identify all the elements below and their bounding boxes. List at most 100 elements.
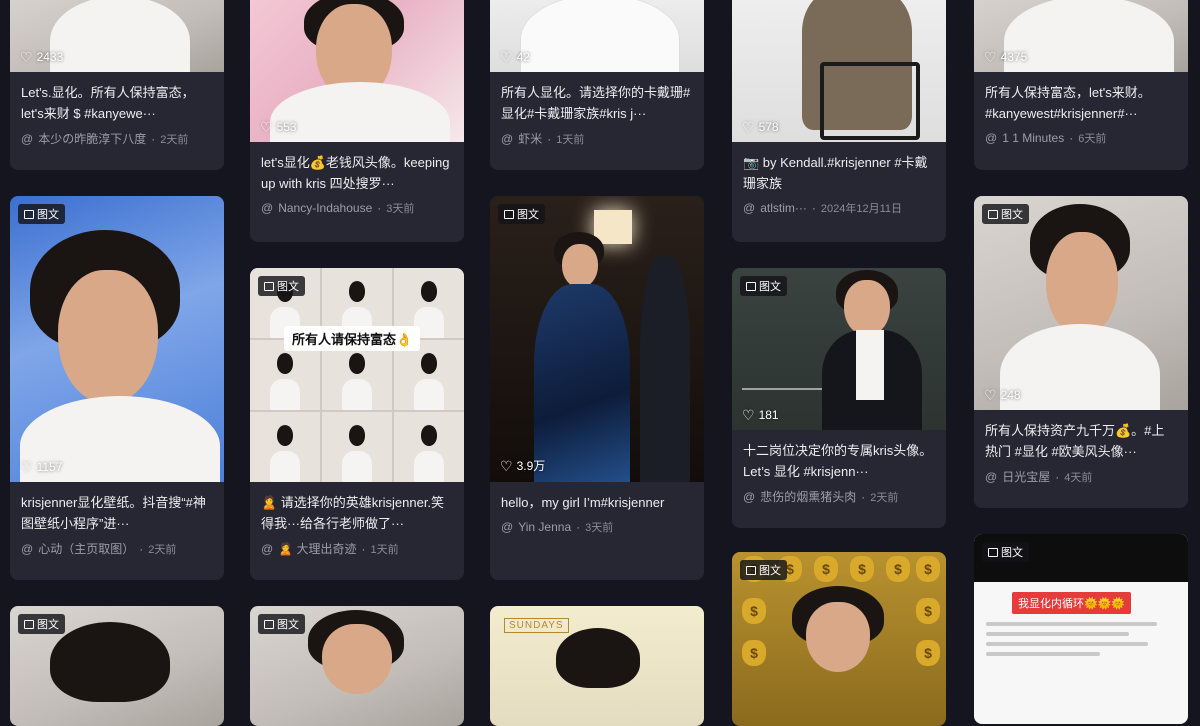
post-card[interactable]: 图文 ♡ 181 十二岗位决定你的专属kris头像。Let’s 显化 #krisj… <box>732 268 946 528</box>
post-cover-image[interactable]: 图文 ♡ 181 <box>732 268 946 430</box>
image-text-icon <box>988 547 998 557</box>
post-card[interactable]: 我显化内循环🌞🌞🌞 图文 <box>974 534 1188 724</box>
post-cover-image[interactable]: 图文 <box>10 606 224 726</box>
dot-separator: · <box>139 541 144 556</box>
like-count[interactable]: ♡ 3.9万 <box>500 457 545 474</box>
like-count[interactable]: ♡ 553 <box>260 120 297 134</box>
post-title[interactable]: 所有人保持富态，let's来财。#kanyewest#krisjenner#··… <box>985 82 1177 124</box>
post-title[interactable]: let's显化💰老钱风头像。keeping up with kris 四处搜罗·… <box>261 152 453 194</box>
post-cover-image[interactable]: ♡ 553 <box>250 0 464 142</box>
post-type-tag: 图文 <box>982 204 1029 224</box>
heart-icon: ♡ <box>984 49 997 65</box>
post-title[interactable]: 所有人保持资产九千万💰。#上热门 #显化 #欧美风头像··· <box>985 420 1177 462</box>
author-icon: @ <box>261 201 274 215</box>
post-time: 2天前 <box>148 543 177 556</box>
post-card[interactable]: SUNDAYS <box>490 606 704 726</box>
author-icon: @ <box>21 541 34 556</box>
post-title[interactable]: 📷 by Kendall.#krisjenner #卡戴珊家族 <box>743 152 935 194</box>
post-time: 4天前 <box>1064 471 1093 484</box>
post-card[interactable]: ♡ 4375 所有人保持富态，let's来财。#kanyewest#krisjen… <box>974 0 1188 170</box>
money-bag-icon: $ <box>886 556 910 582</box>
post-title[interactable]: 十二岗位决定你的专属kris头像。Let’s 显化 #krisjenn··· <box>743 440 935 482</box>
post-title[interactable]: 所有人显化。请选择你的卡戴珊#显化#卡戴珊家族#kris j··· <box>501 82 693 124</box>
cover-caption: 我显化内循环🌞🌞🌞 <box>1012 592 1132 614</box>
author-icon: @ <box>743 201 756 215</box>
post-cover-image[interactable]: 我显化内循环🌞🌞🌞 图文 <box>974 534 1188 724</box>
post-card[interactable]: 所有人请保持富态👌 图文 🙎 请选择你的英雄krisjenner.笑得我···给… <box>250 268 464 580</box>
image-text-icon <box>264 619 274 629</box>
post-meta: @ 本少の昨脆淳下八度 · 2天前 <box>21 130 213 147</box>
post-card[interactable]: 图文 <box>250 606 464 726</box>
heart-icon: ♡ <box>20 49 33 65</box>
post-card[interactable]: ♡ 2433 Let's.显化。所有人保持富态，let's来财 $ #kanyew… <box>10 0 224 170</box>
post-meta: @ Nancy-Indahouse · 3天前 <box>261 200 453 216</box>
money-bag-icon: $ <box>916 598 940 624</box>
post-title[interactable]: hello，my girl I’m#krisjenner <box>501 492 693 513</box>
image-text-icon <box>264 281 274 291</box>
post-cover-image[interactable]: 图文 ♡ 3.9万 <box>490 196 704 482</box>
like-count[interactable]: ♡ 2433 <box>20 50 63 64</box>
post-time: 6天前 <box>1078 133 1107 145</box>
author-icon: @ <box>501 131 514 146</box>
money-bag-icon: $ <box>916 640 940 666</box>
dot-separator: · <box>576 520 581 534</box>
post-card[interactable]: ♡ 42 所有人显化。请选择你的卡戴珊#显化#卡戴珊家族#kris j··· @ … <box>490 0 704 170</box>
post-card[interactable]: 图文 <box>10 606 224 726</box>
author-name[interactable]: 悲伤的烟熏猪头肉 <box>760 488 856 505</box>
author-name[interactable]: 虾米 <box>518 130 542 147</box>
post-card[interactable]: $ $ $ $ $ $ $ $ $ $ 图文 <box>732 552 946 726</box>
like-count[interactable]: ♡ 42 <box>500 50 530 64</box>
post-title[interactable]: 🙎 请选择你的英雄krisjenner.笑得我···给各行老师做了··· <box>261 492 453 534</box>
post-cover-image[interactable]: $ $ $ $ $ $ $ $ $ $ 图文 <box>732 552 946 726</box>
like-count[interactable]: ♡ 1157 <box>20 460 62 474</box>
author-name[interactable]: Yin Jenna <box>518 520 571 534</box>
cover-banner-text: SUNDAYS <box>504 618 569 633</box>
money-bag-icon: $ <box>916 556 940 582</box>
money-bag-icon: $ <box>742 640 766 666</box>
dot-separator: · <box>151 131 156 146</box>
dot-separator: · <box>377 201 382 215</box>
cover-caption: 所有人请保持富态👌 <box>284 326 421 351</box>
post-card[interactable]: ♡ 578 📷 by Kendall.#krisjenner #卡戴珊家族 @ a… <box>732 0 946 242</box>
post-cover-image[interactable]: 图文 ♡ 1157 <box>10 196 224 482</box>
post-card[interactable]: 图文 ♡ 248 所有人保持资产九千万💰。#上热门 #显化 #欧美风头像··· @… <box>974 196 1188 508</box>
post-cover-image[interactable]: 图文 ♡ 248 <box>974 196 1188 410</box>
heart-icon: ♡ <box>742 407 755 423</box>
image-text-icon <box>988 209 998 219</box>
post-cover-image[interactable]: SUNDAYS <box>490 606 704 726</box>
post-title[interactable]: krisjenner显化壁纸。抖音搜“#神图壁纸小程序”进··· <box>21 492 213 534</box>
money-bag-icon: $ <box>742 598 766 624</box>
post-card[interactable]: 图文 ♡ 3.9万 hello，my girl I’m#krisjenner @ … <box>490 196 704 580</box>
heart-icon: ♡ <box>742 119 755 135</box>
post-meta: @ Yin Jenna · 3天前 <box>501 519 693 535</box>
post-cover-image[interactable]: 所有人请保持富态👌 图文 <box>250 268 464 482</box>
post-cover-image[interactable]: 图文 <box>250 606 464 726</box>
like-count[interactable]: ♡ 4375 <box>984 50 1027 64</box>
image-text-icon <box>746 565 756 575</box>
author-name[interactable]: 本少の昨脆淳下八度 <box>38 130 146 147</box>
post-card[interactable]: 图文 ♡ 1157 krisjenner显化壁纸。抖音搜“#神图壁纸小程序”进··… <box>10 196 224 580</box>
feed-column-1: ♡ 2433 Let's.显化。所有人保持富态，let's来财 $ #kanyew… <box>10 0 224 726</box>
post-time: 2天前 <box>870 491 899 504</box>
post-type-tag: 图文 <box>18 204 65 224</box>
author-name[interactable]: 1 1 Minutes <box>1002 131 1064 145</box>
feed-column-5: ♡ 4375 所有人保持富态，let's来财。#kanyewest#krisjen… <box>974 0 1188 724</box>
heart-icon: ♡ <box>20 459 33 475</box>
author-name[interactable]: atlstim··· <box>760 201 807 215</box>
post-title[interactable]: Let's.显化。所有人保持富态，let's来财 $ #kanyewe··· <box>21 82 213 124</box>
like-count[interactable]: ♡ 578 <box>742 120 779 134</box>
post-cover-image[interactable]: ♡ 42 <box>490 0 704 72</box>
author-name[interactable]: 心动（主页取图） <box>38 540 134 557</box>
post-card[interactable]: ♡ 553 let's显化💰老钱风头像。keeping up with kris … <box>250 0 464 242</box>
like-count[interactable]: ♡ 248 <box>984 388 1021 402</box>
post-cover-image[interactable]: ♡ 4375 <box>974 0 1188 72</box>
author-name[interactable]: Nancy-Indahouse <box>278 201 372 215</box>
post-cover-image[interactable]: ♡ 2433 <box>10 0 224 72</box>
dot-separator: · <box>361 541 366 556</box>
author-name[interactable]: 日光宝屋 <box>1002 468 1050 485</box>
like-count[interactable]: ♡ 181 <box>742 408 779 422</box>
author-icon: @ <box>21 131 34 146</box>
author-name[interactable]: 🙎 大理出奇迹 <box>278 540 356 557</box>
feed-column-4: ♡ 578 📷 by Kendall.#krisjenner #卡戴珊家族 @ a… <box>732 0 946 726</box>
post-cover-image[interactable]: ♡ 578 <box>732 0 946 142</box>
